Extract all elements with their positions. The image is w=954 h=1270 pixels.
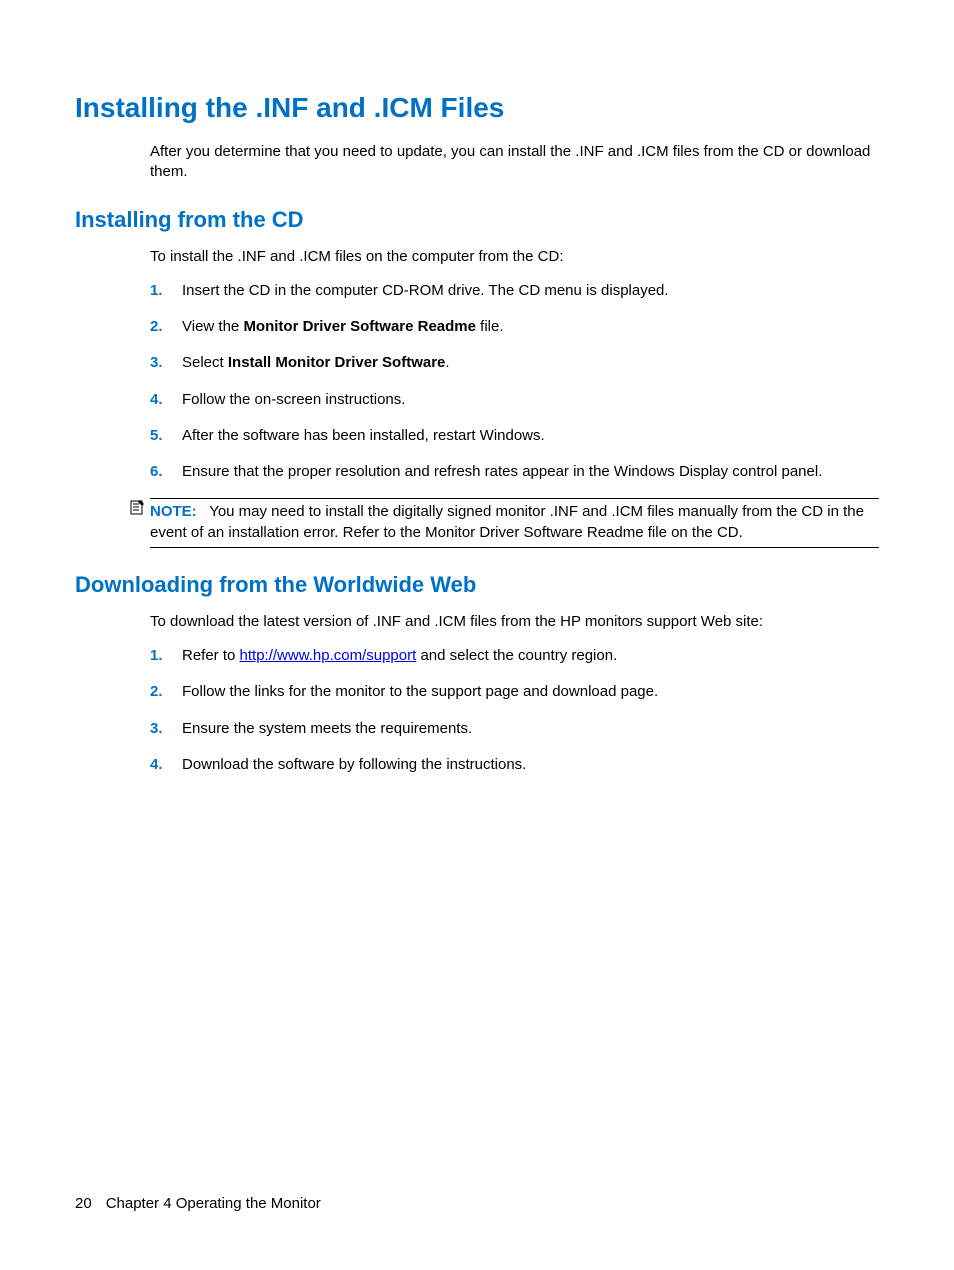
- list-item: 4. Download the software by following th…: [150, 755, 879, 775]
- step-number: 3.: [150, 353, 182, 373]
- list-item: 3. Ensure the system meets the requireme…: [150, 719, 879, 739]
- page-title: Installing the .INF and .ICM Files: [75, 92, 879, 124]
- cd-steps-list: 1. Insert the CD in the computer CD-ROM …: [150, 281, 879, 483]
- list-item: 3. Select Install Monitor Driver Softwar…: [150, 353, 879, 373]
- step-number: 5.: [150, 426, 182, 446]
- section2-intro: To download the latest version of .INF a…: [150, 612, 879, 632]
- step-text: Follow the links for the monitor to the …: [182, 682, 879, 702]
- chapter-label: Chapter 4 Operating the Monitor: [106, 1195, 321, 1212]
- note-label: NOTE:: [150, 503, 197, 520]
- list-item: 5. After the software has been installed…: [150, 426, 879, 446]
- step-text: Ensure the system meets the requirements…: [182, 719, 879, 739]
- section-heading-cd: Installing from the CD: [75, 207, 879, 233]
- step-number: 4.: [150, 390, 182, 410]
- step-text: View the Monitor Driver Software Readme …: [182, 317, 879, 337]
- step-number: 3.: [150, 719, 182, 739]
- section-heading-web: Downloading from the Worldwide Web: [75, 572, 879, 598]
- intro-paragraph: After you determine that you need to upd…: [150, 142, 879, 183]
- step-number: 2.: [150, 317, 182, 337]
- section1-intro: To install the .INF and .ICM files on th…: [150, 247, 879, 267]
- list-item: 2. Follow the links for the monitor to t…: [150, 682, 879, 702]
- step-text: Ensure that the proper resolution and re…: [182, 462, 879, 482]
- web-steps-list: 1. Refer to http://www.hp.com/support an…: [150, 646, 879, 775]
- note-block: NOTE: You may need to install the digita…: [130, 498, 879, 548]
- step-text: After the software has been installed, r…: [182, 426, 879, 446]
- list-item: 6. Ensure that the proper resolution and…: [150, 462, 879, 482]
- step-number: 1.: [150, 281, 182, 301]
- step-number: 4.: [150, 755, 182, 775]
- note-icon: [130, 499, 150, 521]
- note-content: NOTE: You may need to install the digita…: [150, 498, 879, 548]
- step-text: Follow the on-screen instructions.: [182, 390, 879, 410]
- page-footer: 20 Chapter 4 Operating the Monitor: [75, 1195, 321, 1212]
- step-number: 1.: [150, 646, 182, 666]
- step-text: Download the software by following the i…: [182, 755, 879, 775]
- page-number: 20: [75, 1195, 92, 1212]
- list-item: 4. Follow the on-screen instructions.: [150, 390, 879, 410]
- step-text: Insert the CD in the computer CD-ROM dri…: [182, 281, 879, 301]
- step-text: Refer to http://www.hp.com/support and s…: [182, 646, 879, 666]
- list-item: 1. Insert the CD in the computer CD-ROM …: [150, 281, 879, 301]
- step-number: 2.: [150, 682, 182, 702]
- support-link[interactable]: http://www.hp.com/support: [240, 647, 417, 664]
- step-text: Select Install Monitor Driver Software.: [182, 353, 879, 373]
- step-number: 6.: [150, 462, 182, 482]
- note-text: You may need to install the digitally si…: [150, 503, 864, 540]
- list-item: 1. Refer to http://www.hp.com/support an…: [150, 646, 879, 666]
- list-item: 2. View the Monitor Driver Software Read…: [150, 317, 879, 337]
